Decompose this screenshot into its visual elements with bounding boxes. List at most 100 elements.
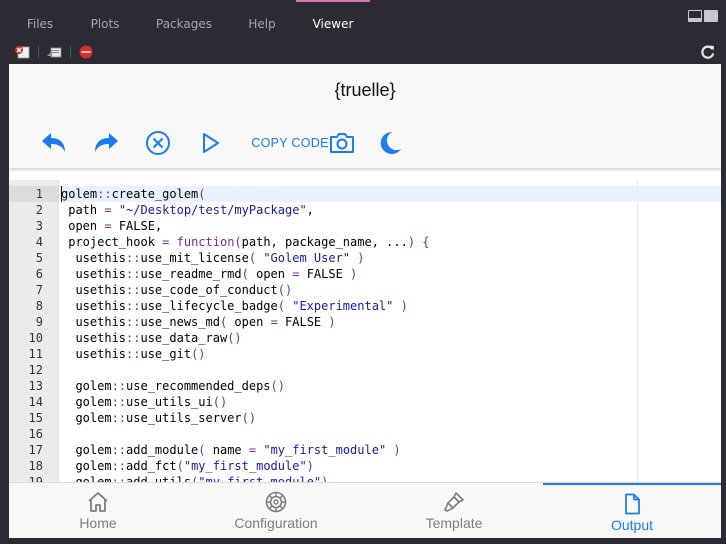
refresh-icon[interactable] bbox=[700, 44, 716, 60]
line-number: 16 bbox=[28, 427, 43, 441]
nav-configuration[interactable]: Configuration bbox=[187, 483, 365, 538]
code-text: usethis::use_data_raw() bbox=[61, 331, 242, 345]
code-line[interactable]: 7 usethis::use_code_of_conduct() bbox=[9, 282, 721, 298]
line-number: 12 bbox=[28, 363, 43, 377]
camera-icon bbox=[330, 133, 354, 153]
toolbar-separator bbox=[38, 45, 39, 59]
app-header: {truelle} COPY CODE bbox=[9, 64, 721, 168]
nav-configuration-label: Configuration bbox=[234, 515, 318, 531]
code-line[interactable]: 12 bbox=[9, 362, 721, 378]
line-number: 13 bbox=[28, 379, 43, 393]
code-text: usethis::use_readme_rmd( open = FALSE ) bbox=[61, 267, 358, 281]
line-number: 9 bbox=[35, 315, 43, 329]
code-text: project_hook = function(path, package_na… bbox=[61, 235, 430, 249]
code-line[interactable]: 6 usethis::use_readme_rmd( open = FALSE … bbox=[9, 266, 721, 282]
nav-home-label: Home bbox=[79, 515, 117, 531]
nav-output-label: Output bbox=[610, 517, 654, 533]
code-line[interactable]: 10 usethis::use_data_raw() bbox=[9, 330, 721, 346]
code-text: usethis::use_lifecycle_badge( "Experimen… bbox=[61, 299, 408, 313]
stop-icon[interactable] bbox=[78, 44, 94, 60]
line-number: 14 bbox=[28, 395, 43, 409]
line-number: 8 bbox=[35, 299, 43, 313]
page-title: {truelle} bbox=[334, 80, 396, 100]
window-controls bbox=[688, 10, 718, 22]
clear-viewer-icon[interactable] bbox=[14, 44, 30, 60]
line-number: 18 bbox=[28, 459, 43, 473]
tab-files[interactable]: Files bbox=[14, 0, 66, 40]
minimize-pane-button[interactable] bbox=[688, 10, 702, 22]
tab-packages[interactable]: Packages bbox=[150, 0, 218, 40]
pane-tab-bar: Files Plots Packages Help Viewer bbox=[0, 0, 726, 40]
line-number: 4 bbox=[35, 235, 43, 249]
code-text: usethis::use_news_md( open = FALSE ) bbox=[61, 315, 336, 329]
code-line[interactable]: 17 golem::add_module( name = "my_first_m… bbox=[9, 442, 721, 458]
code-text: golem::add_fct("my_first_module") bbox=[61, 459, 314, 473]
redo-icon bbox=[95, 133, 118, 152]
export-icon[interactable] bbox=[46, 44, 62, 60]
code-line[interactable]: 11 usethis::use_git() bbox=[9, 346, 721, 362]
code-line[interactable]: 8 usethis::use_lifecycle_badge( "Experim… bbox=[9, 298, 721, 314]
home-icon bbox=[88, 492, 108, 512]
code-line[interactable]: 16 bbox=[9, 426, 721, 442]
code-text: path = "~/Desktop/test/myPackage", bbox=[61, 203, 314, 217]
tab-viewer[interactable]: Viewer bbox=[296, 0, 370, 40]
code-line[interactable]: 9 usethis::use_news_md( open = FALSE ) bbox=[9, 314, 721, 330]
bottom-navigation: Home Configuration Template Output bbox=[9, 482, 721, 538]
toolbar-separator bbox=[70, 45, 71, 59]
code-text: golem::use_recommended_deps() bbox=[61, 379, 285, 393]
code-line[interactable]: 2 path = "~/Desktop/test/myPackage", bbox=[9, 202, 721, 218]
code-text: usethis::use_mit_license( "Golem User" ) bbox=[61, 251, 365, 265]
viewer-pane: {truelle} COPY CODE 1 golem::create_gole… bbox=[9, 64, 721, 538]
nav-home[interactable]: Home bbox=[9, 483, 187, 538]
file-icon bbox=[625, 493, 640, 515]
code-text: golem::use_utils_ui() bbox=[61, 395, 228, 409]
line-number: 19 bbox=[28, 475, 43, 482]
redo-button[interactable] bbox=[91, 128, 121, 158]
tab-help[interactable]: Help bbox=[240, 0, 284, 40]
code-line[interactable]: 1 golem::create_golem( bbox=[9, 186, 721, 202]
moon-icon bbox=[380, 131, 401, 154]
line-number: 10 bbox=[28, 331, 43, 345]
run-button[interactable] bbox=[195, 128, 225, 158]
gear-icon bbox=[265, 491, 287, 513]
screenshot-button[interactable] bbox=[327, 128, 357, 158]
code-line[interactable]: 14 golem::use_utils_ui() bbox=[9, 394, 721, 410]
code-text: open = FALSE, bbox=[61, 219, 163, 233]
viewer-toolbar bbox=[0, 40, 726, 64]
code-line[interactable]: 15 golem::use_utils_server() bbox=[9, 410, 721, 426]
line-number: 11 bbox=[28, 347, 43, 361]
clear-button[interactable] bbox=[143, 128, 173, 158]
code-line[interactable]: 5 usethis::use_mit_license( "Golem User"… bbox=[9, 250, 721, 266]
brush-icon bbox=[444, 492, 464, 512]
action-bar: COPY CODE bbox=[9, 128, 721, 158]
code-line[interactable]: 4 project_hook = function(path, package_… bbox=[9, 234, 721, 250]
nav-template[interactable]: Template bbox=[365, 483, 543, 538]
nav-output[interactable]: Output bbox=[543, 483, 721, 538]
line-number: 1 bbox=[9, 186, 59, 202]
code-line[interactable]: 13 golem::use_recommended_deps() bbox=[9, 378, 721, 394]
code-text: golem::add_module( name = "my_first_modu… bbox=[61, 443, 401, 457]
line-number: 6 bbox=[35, 267, 43, 281]
code-line[interactable]: 19 golem::add_utils("my_first_module") bbox=[9, 474, 721, 482]
code-text: usethis::use_git() bbox=[61, 347, 206, 361]
code-text: golem::create_golem( bbox=[60, 186, 721, 202]
line-number: 15 bbox=[28, 411, 43, 425]
text-cursor bbox=[61, 186, 62, 202]
code-text: usethis::use_code_of_conduct() bbox=[61, 283, 293, 297]
code-text: golem::add_utils("my_first_module") bbox=[61, 475, 329, 482]
maximize-pane-button[interactable] bbox=[704, 10, 718, 22]
code-editor[interactable]: 1 golem::create_golem(2 path = "~/Desktop… bbox=[9, 180, 721, 482]
line-number: 17 bbox=[28, 443, 43, 457]
code-text: golem::use_utils_server() bbox=[61, 411, 257, 425]
code-line[interactable]: 18 golem::add_fct("my_first_module") bbox=[9, 458, 721, 474]
line-number: 7 bbox=[35, 283, 43, 297]
code-line[interactable]: 3 open = FALSE, bbox=[9, 218, 721, 234]
line-number: 2 bbox=[35, 203, 43, 217]
dark-mode-toggle[interactable] bbox=[375, 128, 405, 158]
nav-template-label: Template bbox=[425, 515, 483, 531]
tab-plots[interactable]: Plots bbox=[82, 0, 128, 40]
copy-code-button[interactable]: COPY CODE bbox=[249, 128, 331, 158]
undo-button[interactable] bbox=[39, 128, 69, 158]
